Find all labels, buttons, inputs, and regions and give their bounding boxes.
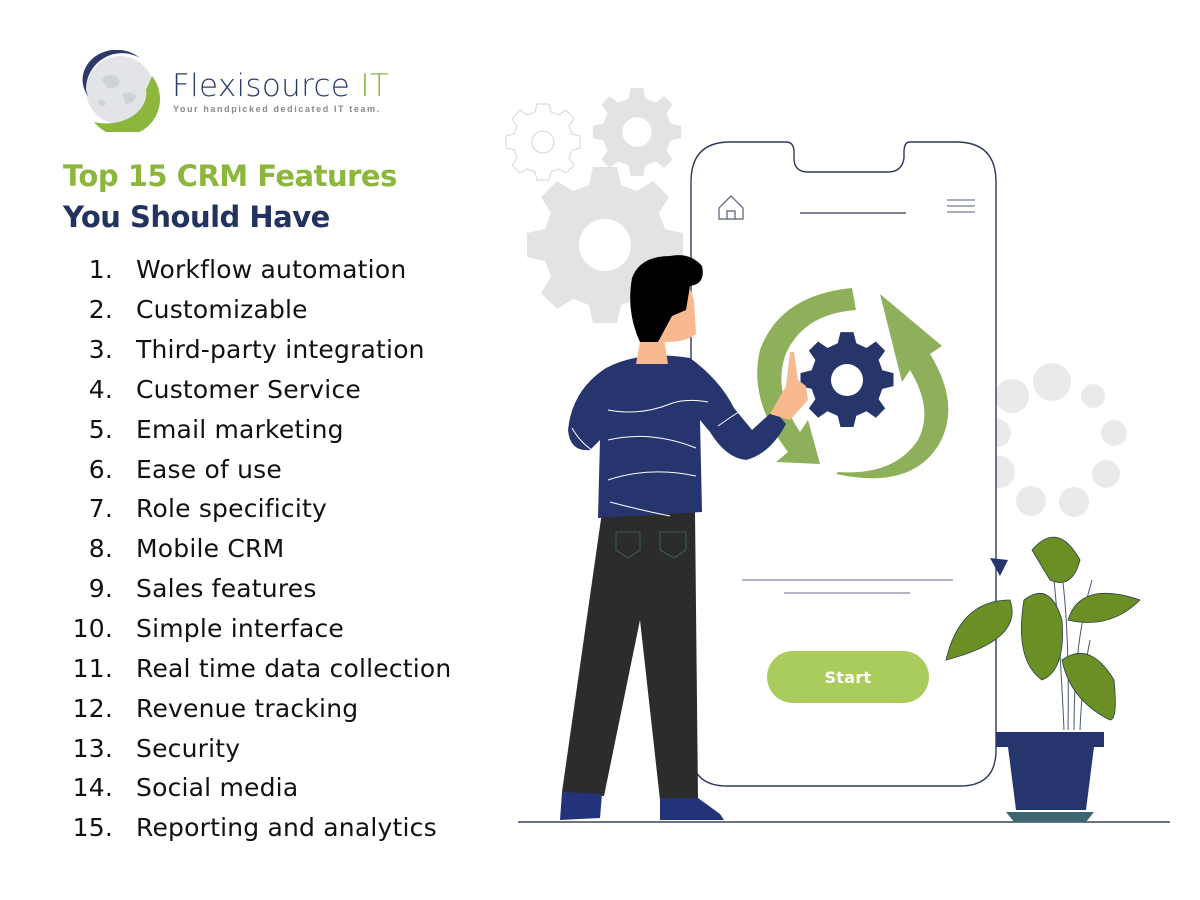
feature-item: 13. Security xyxy=(60,728,451,768)
feature-item: 9. Sales features xyxy=(60,569,451,609)
feature-label: Mobile CRM xyxy=(136,534,285,564)
globe-logo-icon xyxy=(82,50,161,132)
feature-item: 15. Reporting and analytics xyxy=(60,808,451,848)
settings-gear-icon xyxy=(800,332,894,428)
feature-label: Security xyxy=(136,733,241,763)
title-line-1: Top 15 CRM Features xyxy=(63,159,397,193)
brand-name: Flexisource IT xyxy=(172,68,389,104)
feature-item: 8. Mobile CRM xyxy=(60,529,451,569)
feature-number: 12. xyxy=(72,693,113,723)
feature-number: 5. xyxy=(88,414,113,444)
feature-item: 14. Social media xyxy=(60,768,451,808)
brand-name-suffix: IT xyxy=(360,68,390,104)
feature-item: 11. Real time data collection xyxy=(60,648,452,688)
feature-number: 13. xyxy=(72,733,113,763)
page-title: Top 15 CRM Features You Should Have xyxy=(63,156,397,238)
feature-label: Revenue tracking xyxy=(136,693,359,723)
feature-label: Workflow automation xyxy=(136,255,407,285)
crm-illustration xyxy=(505,87,1170,823)
feature-item: 12. Revenue tracking xyxy=(60,688,451,728)
feature-number: 1. xyxy=(88,255,113,285)
title-line-2: You Should Have xyxy=(63,200,330,234)
feature-item: 3. Third-party integration xyxy=(60,330,451,370)
feature-label: Customer Service xyxy=(136,374,361,404)
brand-tagline: Your handpicked dedicated IT team. xyxy=(173,104,381,114)
feature-number: 11. xyxy=(72,653,113,683)
feature-number: 15. xyxy=(72,813,113,843)
feature-number: 6. xyxy=(88,454,113,484)
feature-number: 9. xyxy=(88,574,113,604)
feature-item: 2. Customizable xyxy=(60,290,451,330)
feature-label: Email marketing xyxy=(136,414,344,444)
feature-label: Third-party integration xyxy=(136,335,425,365)
feature-list: 1. Workflow automation 2. Customizable 3. T… xyxy=(60,250,452,848)
feature-item: 10. Simple interface xyxy=(60,609,451,649)
feature-item: 5. Email marketing xyxy=(60,409,451,449)
feature-number: 10. xyxy=(72,614,113,644)
feature-number: 4. xyxy=(88,374,113,404)
feature-label: Simple interface xyxy=(136,614,345,644)
feature-number: 3. xyxy=(88,335,113,365)
feature-label: Reporting and analytics xyxy=(136,813,437,843)
loading-dots-icon xyxy=(983,363,1127,517)
feature-number: 8. xyxy=(88,534,113,564)
feature-number: 7. xyxy=(88,494,113,524)
feature-item: 7. Role specificity xyxy=(60,489,451,529)
outline-gear-icon xyxy=(505,103,581,181)
feature-label: Sales features xyxy=(136,574,317,604)
feature-label: Real time data collection xyxy=(136,653,452,683)
feature-label: Social media xyxy=(136,773,299,803)
feature-item: 1. Workflow automation xyxy=(60,250,451,290)
feature-number: 2. xyxy=(88,295,113,325)
feature-number: 14. xyxy=(72,773,113,803)
feature-label: Ease of use xyxy=(136,454,282,484)
small-gear-icon xyxy=(592,87,682,177)
brand-logo: Flexisource IT Your handpicked dedicated… xyxy=(80,50,400,135)
feature-item: 6. Ease of use xyxy=(60,449,451,489)
feature-label: Role specificity xyxy=(136,494,328,524)
feature-label: Customizable xyxy=(136,295,308,325)
start-button[interactable]: Start xyxy=(767,651,929,703)
brand-name-text: Flexisource xyxy=(172,68,351,104)
feature-item: 4. Customer Service xyxy=(60,370,451,410)
